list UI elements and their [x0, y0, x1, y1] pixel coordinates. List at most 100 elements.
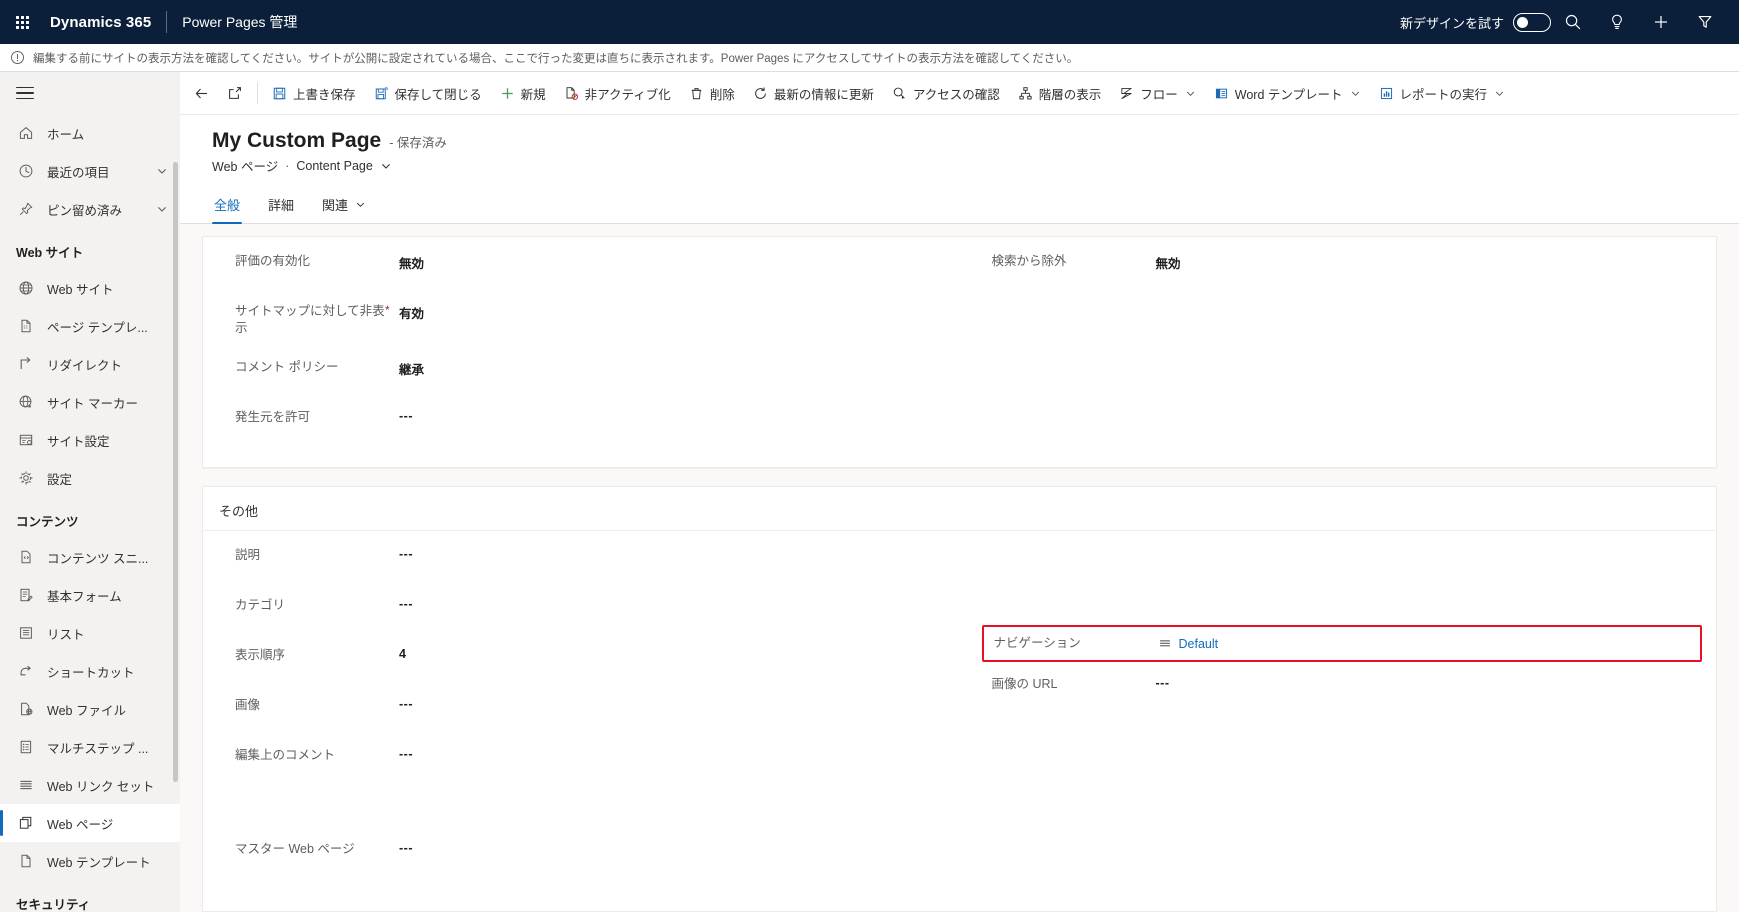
refresh-button[interactable]: 最新の情報に更新	[744, 76, 883, 110]
sidebar-item-redirect[interactable]: リダイレクト	[0, 345, 180, 383]
field-value: 4	[399, 647, 406, 661]
report-icon	[1379, 86, 1394, 101]
chevron-down-icon[interactable]	[1350, 88, 1361, 99]
field-label: 評価の有効化	[235, 254, 311, 268]
required-indicator	[385, 595, 399, 597]
sidebar-item-content-snippets[interactable]: コンテンツ スニ...	[0, 538, 180, 576]
quick-create-button[interactable]	[1639, 0, 1683, 44]
flow-button[interactable]: フロー	[1110, 76, 1205, 110]
back-arrow-icon	[195, 88, 207, 98]
popout-button[interactable]	[218, 76, 252, 110]
field-comment-policy[interactable]: コメント ポリシー 継承	[235, 357, 936, 387]
word-templates-button[interactable]: Word テンプレート	[1205, 76, 1370, 110]
field-allow-origin[interactable]: 発生元を許可 ---	[235, 407, 936, 437]
insights-button[interactable]	[1595, 0, 1639, 44]
sidebar-item-page-templates[interactable]: ページ テンプレ...	[0, 307, 180, 345]
filter-button[interactable]	[1683, 0, 1727, 44]
run-report-button[interactable]: レポートの実行	[1370, 76, 1515, 110]
general-section-card: 評価の有効化 無効 サイトマップに対して非表示 * 有効 コメント ポリシー 継…	[202, 236, 1717, 468]
field-master-web-page[interactable]: マスター Web ページ ---	[235, 839, 936, 869]
deactivate-button[interactable]: 非アクティブ化	[555, 76, 680, 110]
trash-icon	[689, 86, 704, 101]
app-name: Power Pages 管理	[182, 14, 298, 30]
weblink-set-icon	[16, 775, 36, 795]
delete-button-label: 削除	[709, 87, 735, 102]
save-and-close-button[interactable]: 保存して閉じる	[365, 76, 491, 110]
show-hierarchy-button[interactable]: 階層の表示	[1009, 76, 1111, 110]
sidebar-item-website[interactable]: Web サイト	[0, 269, 180, 307]
sidebar-item-settings[interactable]: 設定	[0, 459, 180, 497]
sidebar-item-site-settings[interactable]: サイト設定	[0, 421, 180, 459]
sidebar-item-web-templates[interactable]: Web テンプレート	[0, 842, 180, 880]
chevron-down-icon[interactable]	[1494, 88, 1505, 99]
field-exclude-from-search[interactable]: 検索から除外 無効	[992, 251, 1693, 281]
sidebar-item-web-files[interactable]: Web ファイル	[0, 690, 180, 728]
deactivate-icon	[564, 86, 579, 101]
search-button[interactable]	[1551, 0, 1595, 44]
chevron-down-icon[interactable]	[355, 199, 366, 210]
sidebar-item-multistep-forms[interactable]: マルチステップ ...	[0, 728, 180, 766]
field-label: ナビゲーション	[993, 636, 1081, 650]
tab-related[interactable]: 関連	[320, 189, 368, 223]
check-access-button[interactable]: アクセスの確認	[883, 76, 1009, 110]
save-icon	[272, 86, 287, 101]
command-bar: 上書き保存 保存して閉じる 新規 非アクティブ化 削除 最新の情報に更新 アクセ…	[180, 72, 1739, 115]
field-value-navigation[interactable]: Default	[1158, 637, 1218, 651]
tab-general[interactable]: 全般	[212, 189, 243, 224]
field-category[interactable]: カテゴリ ---	[235, 595, 936, 625]
field-label: 画像	[235, 698, 261, 712]
field-description[interactable]: 説明 ---	[235, 545, 936, 575]
sidebar-item-web-pages[interactable]: Web ページ	[0, 804, 180, 842]
sidebar-scrollbar[interactable]	[173, 162, 178, 782]
field-image[interactable]: 画像 ---	[235, 695, 936, 725]
sitemap-toggle-button[interactable]	[0, 72, 180, 114]
required-indicator	[385, 407, 399, 409]
sidebar-item-basic-forms[interactable]: 基本フォーム	[0, 576, 180, 614]
tab-details[interactable]: 詳細	[266, 189, 296, 223]
list-icon	[16, 623, 36, 643]
basic-form-icon	[16, 585, 36, 605]
sidebar-item-label: Web ファイル	[47, 703, 126, 718]
delete-button[interactable]: 削除	[680, 76, 744, 110]
form-selector-chevron-down-icon[interactable]	[380, 160, 392, 172]
field-editorial-comments[interactable]: 編集上のコメント ---	[235, 745, 936, 775]
sidebar-item-weblink-sets[interactable]: Web リンク セット	[0, 766, 180, 804]
required-indicator	[385, 839, 399, 841]
sidebar-item-home[interactable]: ホーム	[0, 114, 180, 152]
field-label: コメント ポリシー	[235, 360, 339, 374]
refresh-button-label: 最新の情報に更新	[773, 87, 874, 102]
required-indicator	[385, 545, 399, 547]
pop-out-icon	[229, 87, 241, 99]
sidebar-item-site-markers[interactable]: サイト マーカー	[0, 383, 180, 421]
try-new-design-toggle[interactable]	[1513, 12, 1551, 32]
refresh-icon	[753, 86, 768, 101]
sidebar-item-recent[interactable]: 最近の項目	[0, 152, 180, 190]
new-button[interactable]: 新規	[491, 76, 555, 110]
app-launcher-button[interactable]	[0, 0, 44, 44]
save-and-close-button-label: 保存して閉じる	[394, 87, 482, 102]
field-navigation-highlight[interactable]: ナビゲーション Default	[981, 625, 1702, 662]
search-icon	[1565, 14, 1581, 30]
field-image-url[interactable]: 画像の URL ---	[992, 674, 1693, 704]
tab-details-label: 詳細	[268, 198, 295, 213]
general-right-column: 検索から除外 無効	[960, 237, 1717, 467]
chevron-down-icon[interactable]	[156, 165, 168, 177]
subtitle-separator: ·	[285, 158, 290, 173]
field-hide-from-sitemap[interactable]: サイトマップに対して非表示 * 有効	[235, 301, 936, 337]
sidebar-item-label: Web リンク セット	[47, 779, 155, 794]
back-button[interactable]	[184, 76, 218, 110]
field-display-order[interactable]: 表示順序 4	[235, 645, 936, 675]
chevron-down-icon[interactable]	[1185, 88, 1196, 99]
chevron-down-icon[interactable]	[156, 203, 168, 215]
sidebar-item-shortcuts[interactable]: ショートカット	[0, 652, 180, 690]
field-value: 無効	[1155, 257, 1181, 271]
notification-text: 編集する前にサイトの表示方法を確認してください。サイトが公開に設定されている場合…	[33, 52, 1079, 65]
sidebar-item-lists[interactable]: リスト	[0, 614, 180, 652]
multistep-form-icon	[16, 737, 36, 757]
sidebar-item-label: サイト マーカー	[47, 396, 138, 411]
sidebar-item-pinned[interactable]: ピン留め済み	[0, 190, 180, 228]
field-enable-ratings[interactable]: 評価の有効化 無効	[235, 251, 936, 281]
required-indicator: *	[385, 303, 390, 317]
flow-button-label: フロー	[1140, 87, 1178, 102]
save-button[interactable]: 上書き保存	[263, 76, 365, 110]
